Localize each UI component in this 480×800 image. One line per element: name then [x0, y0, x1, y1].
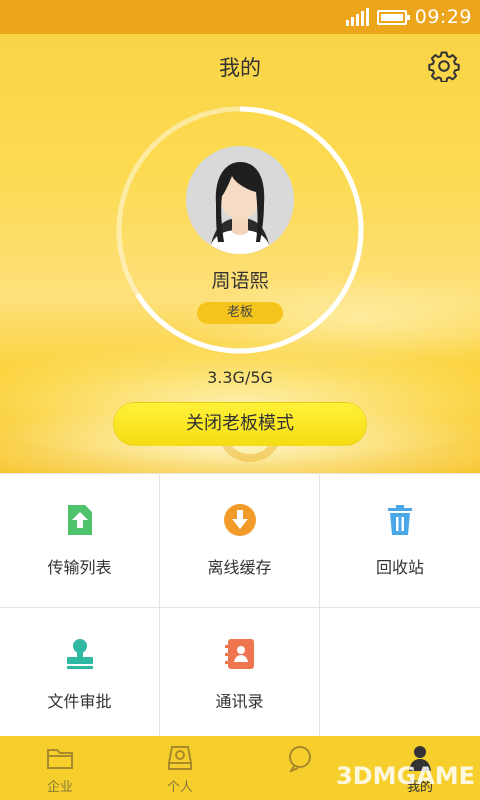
contacts-item[interactable]: 通讯录 — [160, 608, 320, 742]
watermark-text: 3DMGAME — [336, 762, 476, 790]
grid-label: 文件审批 — [47, 692, 112, 711]
approval-stamp-icon — [67, 639, 93, 669]
offline-cache-item[interactable]: 离线缓存 — [160, 474, 320, 608]
profile-header: 我的 周语熙 老板 3.3G/5G 关闭老板模式 — [0, 34, 480, 474]
battery-icon — [376, 9, 410, 25]
grid-label: 传输列表 — [47, 558, 112, 577]
status-time: 09:29 — [414, 6, 472, 28]
file-approval-item[interactable]: 文件审批 — [0, 608, 160, 742]
grid-label: 回收站 — [375, 558, 424, 577]
empty-cell — [320, 608, 480, 742]
download-circle-icon — [224, 504, 256, 536]
nav-label: 企业 — [46, 780, 73, 795]
nav-enterprise[interactable]: 企业 — [0, 736, 120, 800]
contacts-book-icon — [225, 639, 254, 669]
avatar[interactable] — [186, 146, 294, 254]
storage-usage: 3.3G/5G — [207, 368, 273, 387]
function-grid: 传输列表 离线缓存 回收站 文件审批 通讯录 — [0, 473, 480, 742]
drive-icon — [167, 746, 193, 770]
transfer-list-item[interactable]: 传输列表 — [0, 474, 160, 608]
close-boss-mode-button[interactable]: 关闭老板模式 — [113, 402, 367, 446]
recycle-bin-item[interactable]: 回收站 — [320, 474, 480, 608]
upload-file-icon — [68, 505, 92, 535]
grid-label: 离线缓存 — [207, 558, 272, 577]
user-name: 周语熙 — [211, 270, 269, 292]
page-title: 我的 — [219, 56, 261, 80]
chat-icon — [289, 746, 311, 772]
status-bar: 09:29 — [0, 0, 480, 34]
grid-label: 通讯录 — [215, 692, 264, 711]
role-badge: 老板 — [197, 302, 283, 324]
nav-personal[interactable]: 个人 — [120, 736, 240, 800]
gear-icon[interactable] — [428, 50, 460, 82]
folder-icon — [47, 749, 73, 769]
signal-icon — [345, 8, 369, 26]
trash-icon — [388, 505, 412, 535]
nav-label: 个人 — [166, 780, 193, 795]
